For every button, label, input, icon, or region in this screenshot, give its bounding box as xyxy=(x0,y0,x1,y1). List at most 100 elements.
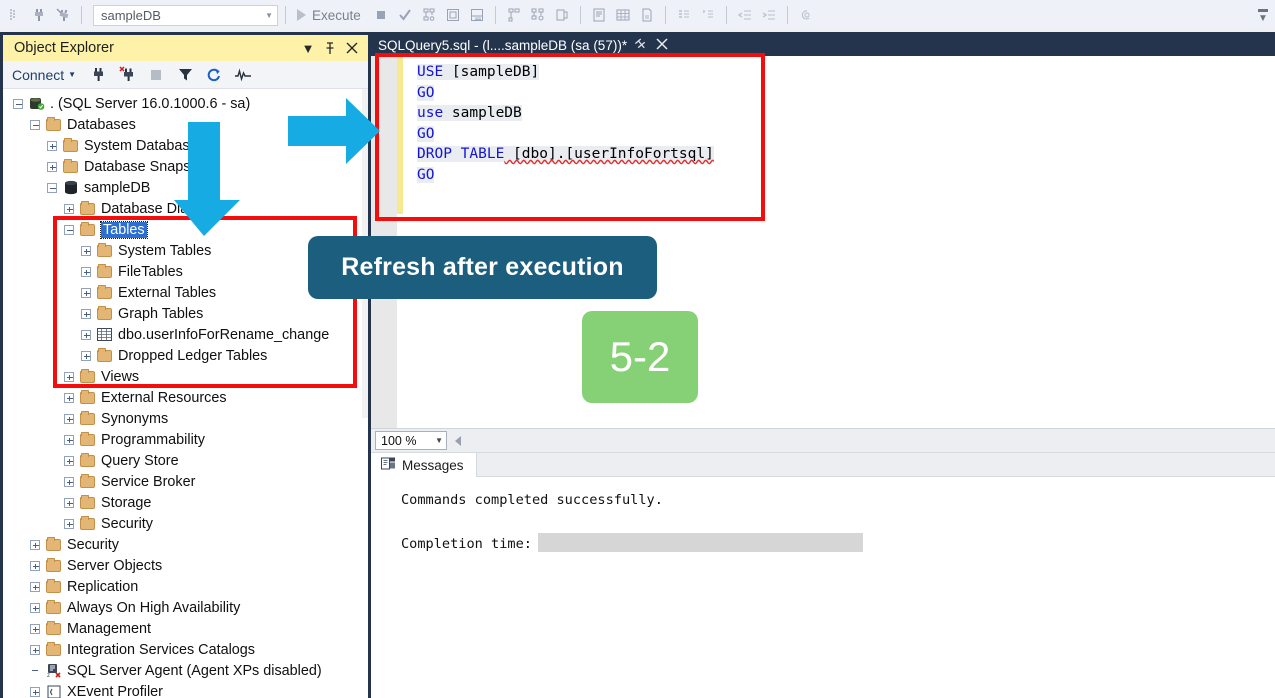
template-parameters-icon[interactable] xyxy=(795,4,817,26)
expand-icon[interactable] xyxy=(47,140,57,151)
tree-node-label: Replication xyxy=(67,578,139,595)
annotation-arrow-right xyxy=(288,98,380,164)
database-selector-value: sampleDB xyxy=(101,7,161,23)
expand-icon[interactable] xyxy=(30,686,40,697)
expand-icon[interactable] xyxy=(30,602,40,613)
tree-node[interactable]: Integration Services Catalogs xyxy=(3,639,362,660)
expand-icon[interactable] xyxy=(81,329,91,340)
tree-node-label: XEvent Profiler xyxy=(67,683,163,698)
expand-icon[interactable] xyxy=(64,434,74,445)
expand-icon[interactable] xyxy=(64,392,74,403)
connect-button[interactable]: Connect ▼ xyxy=(12,67,82,83)
tree-node[interactable]: Storage xyxy=(3,492,362,513)
tree-node[interactable]: Server Objects xyxy=(3,555,362,576)
tree-node-label: dbo.userInfoForRename_change xyxy=(118,326,330,343)
pin-icon[interactable] xyxy=(635,37,648,53)
results-to-file-icon[interactable] xyxy=(636,4,658,26)
expand-icon[interactable] xyxy=(64,371,74,382)
no-expander xyxy=(30,666,40,676)
expand-icon[interactable] xyxy=(81,350,91,361)
connect-icon[interactable] xyxy=(85,64,111,86)
results-to-text-icon[interactable] xyxy=(588,4,610,26)
expand-icon[interactable] xyxy=(64,203,74,214)
expand-icon[interactable] xyxy=(64,497,74,508)
collapse-icon[interactable] xyxy=(64,224,74,235)
expand-icon[interactable] xyxy=(81,287,91,298)
close-icon[interactable] xyxy=(341,37,363,59)
expand-icon[interactable] xyxy=(64,455,74,466)
increase-indent-icon[interactable] xyxy=(758,4,780,26)
database-selector[interactable]: sampleDB ▼ xyxy=(93,4,278,26)
scroll-left-icon[interactable] xyxy=(455,435,461,446)
expand-icon[interactable] xyxy=(81,266,91,277)
new-query-icon[interactable] xyxy=(28,4,50,26)
stop-icon[interactable] xyxy=(143,64,169,86)
expand-icon[interactable] xyxy=(81,245,91,256)
tree-node[interactable]: Query Store xyxy=(3,450,362,471)
toolbar-separator xyxy=(786,6,788,24)
expand-icon[interactable] xyxy=(30,644,40,655)
expand-icon[interactable] xyxy=(30,539,40,550)
message-line-completion: Completion time: xyxy=(401,533,1275,555)
panel-menu-icon[interactable]: ▼ xyxy=(297,37,319,59)
tree-node[interactable]: Dropped Ledger Tables xyxy=(3,345,362,366)
include-client-statistics-icon[interactable] xyxy=(551,4,573,26)
expand-icon[interactable] xyxy=(30,581,40,592)
expand-icon[interactable] xyxy=(64,476,74,487)
tree-node[interactable]: Synonyms xyxy=(3,408,362,429)
new-query-with-connection-icon[interactable] xyxy=(52,4,74,26)
collapse-icon[interactable] xyxy=(30,119,40,130)
expand-icon[interactable] xyxy=(30,623,40,634)
svg-text:z: z xyxy=(47,673,50,678)
expand-icon[interactable] xyxy=(81,308,91,319)
results-to-grid-icon[interactable] xyxy=(612,4,634,26)
expand-icon[interactable] xyxy=(47,161,57,172)
decrease-indent-icon[interactable] xyxy=(734,4,756,26)
execute-button[interactable]: Execute xyxy=(293,4,368,26)
close-icon[interactable] xyxy=(656,37,668,53)
disconnect-icon[interactable] xyxy=(114,64,140,86)
folder-icon xyxy=(96,263,113,279)
tree-node[interactable]: Service Broker xyxy=(3,471,362,492)
tab-sqlquery5[interactable]: SQLQuery5.sql - (l....sampleDB (sa (57))… xyxy=(373,34,668,56)
toolbar-overflow-button[interactable]: ▬ ▼ xyxy=(1257,5,1269,24)
tree-node[interactable]: Graph Tables xyxy=(3,303,362,324)
intellisense-icon[interactable] xyxy=(466,4,488,26)
badge-text: 5-2 xyxy=(609,333,671,380)
tree-node-label: Programmability xyxy=(101,431,205,448)
tree-node[interactable]: Replication xyxy=(3,576,362,597)
collapse-icon[interactable] xyxy=(13,98,23,109)
uncomment-icon[interactable] xyxy=(697,4,719,26)
stop-icon[interactable] xyxy=(370,4,392,26)
tree-node[interactable]: Always On High Availability xyxy=(3,597,362,618)
tree-node[interactable]: XEvent Profiler xyxy=(3,681,362,698)
zoom-selector[interactable]: 100 % ▼ xyxy=(375,431,447,450)
toolbar-separator xyxy=(664,6,666,24)
parse-check-icon[interactable] xyxy=(394,4,416,26)
tree-node[interactable]: dbo.userInfoForRename_change xyxy=(3,324,362,345)
expand-icon[interactable] xyxy=(64,518,74,529)
pin-icon[interactable] xyxy=(319,37,341,59)
refresh-icon[interactable] xyxy=(201,64,227,86)
activity-monitor-icon[interactable] xyxy=(230,64,256,86)
tree-node[interactable]: Management xyxy=(3,618,362,639)
expand-icon[interactable] xyxy=(30,560,40,571)
tab-messages[interactable]: Messages xyxy=(371,453,477,477)
expand-icon[interactable] xyxy=(64,413,74,424)
tree-node[interactable]: Programmability xyxy=(3,429,362,450)
collapse-icon[interactable] xyxy=(47,182,57,193)
zoom-value: 100 % xyxy=(381,433,417,448)
filter-icon[interactable] xyxy=(172,64,198,86)
include-actual-execution-plan-icon[interactable] xyxy=(503,4,525,26)
tree-node[interactable]: Security xyxy=(3,534,362,555)
include-live-query-statistics-icon[interactable] xyxy=(527,4,549,26)
tree-node[interactable]: Security xyxy=(3,513,362,534)
comment-icon[interactable] xyxy=(673,4,695,26)
connect-object-explorer-icon[interactable] xyxy=(4,4,26,26)
tree-node[interactable]: Views xyxy=(3,366,362,387)
display-estimated-execution-plan-icon[interactable] xyxy=(418,4,440,26)
query-options-icon[interactable] xyxy=(442,4,464,26)
tree-node[interactable]: External Resources xyxy=(3,387,362,408)
tree-node[interactable]: z SQL Server Agent (Agent XPs disabled) xyxy=(3,660,362,681)
sql-code[interactable]: USE [sampleDB] GO use sampleDB GO DROP TABLE… xyxy=(417,62,714,185)
